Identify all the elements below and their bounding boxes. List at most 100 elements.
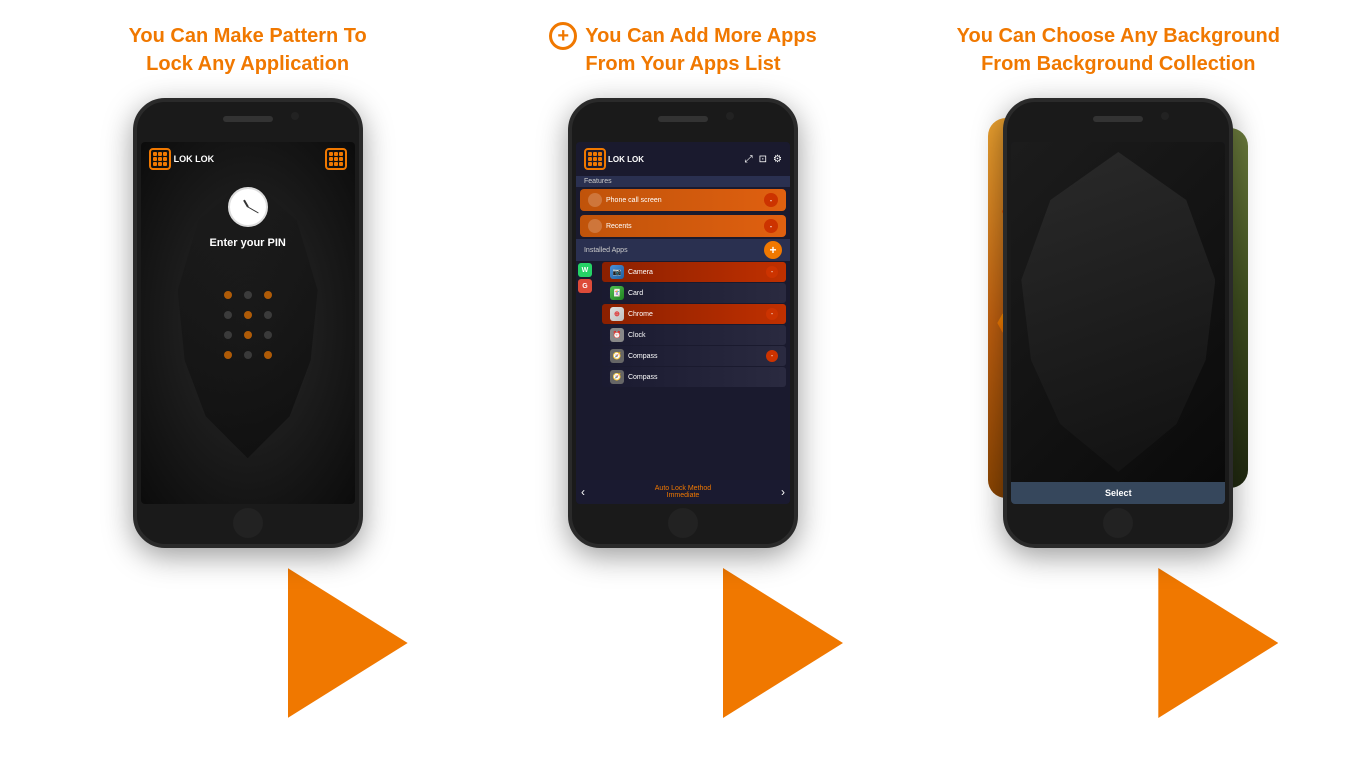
phone-3-stack: Select (988, 98, 1248, 538)
s2-header: LOK LOK ⤢ ⊡ ⚙ (576, 142, 790, 176)
gplus-sidebar: G (578, 279, 592, 293)
pin-dot-5 (244, 311, 252, 319)
installed-apps-header: Installed Apps + (576, 239, 790, 261)
triangle-deco-3 (1158, 568, 1278, 718)
screen-pin-lock: LOK LOK (141, 142, 355, 504)
screen-bg-chooser: Select (1011, 142, 1225, 504)
panel-1-title: You Can Make Pattern To Lock Any Applica… (129, 20, 367, 80)
pin-dot-7 (224, 331, 232, 339)
lock-method-display: Auto Lock Method Immediate (655, 485, 711, 499)
app-item-compass1: 🧭 Compass - (602, 346, 786, 366)
phone-1: LOK LOK (133, 98, 363, 548)
lock-icon-1 (149, 148, 171, 170)
phone-call-icon (588, 193, 602, 207)
lock-method-label: Auto Lock Method (655, 485, 711, 492)
phone-home-button-2 (668, 508, 698, 538)
loklok-logo-2: LOK LOK (584, 148, 644, 170)
feature-remove-icon-2[interactable]: - (764, 219, 778, 233)
panel-2-title: + You Can Add More Apps From Your Apps L… (549, 20, 816, 80)
pin-dot-4 (224, 311, 232, 319)
pin-dot-9 (264, 331, 272, 339)
clock-minute-hand (247, 207, 258, 214)
phone-screen-2: LOK LOK ⤢ ⊡ ⚙ Features (576, 142, 790, 504)
phone-home-button-3 (1103, 508, 1133, 538)
loklok-label-2: LOK LOK (608, 155, 644, 164)
compass-label-1: Compass (628, 353, 658, 360)
clock-label: Clock (628, 332, 646, 339)
panel-2: + You Can Add More Apps From Your Apps L… (473, 20, 893, 748)
chrome-lock-icon[interactable]: - (766, 308, 778, 320)
panel-3-title: You Can Choose Any Background From Backg… (957, 20, 1280, 80)
phone-2-wrapper: LOK LOK ⤢ ⊡ ⚙ Features (553, 98, 813, 748)
plus-circle-icon: + (549, 22, 577, 50)
compass-label-2: Compass (628, 374, 658, 381)
app-item-compass2: 🧭 Compass (602, 367, 786, 387)
installed-label: Installed Apps (584, 247, 628, 254)
compass-icon-1: 🧭 (610, 349, 624, 363)
features-label: Features (576, 176, 790, 187)
panel-3: You Can Choose Any Background From Backg… (908, 20, 1328, 748)
card-label: Card (628, 290, 643, 297)
sidebar-apps: W G (576, 261, 596, 295)
phone-3-wrapper: Select (988, 98, 1248, 748)
screen-apps-list: LOK LOK ⤢ ⊡ ⚙ Features (576, 142, 790, 504)
phone-camera-3 (1161, 112, 1169, 120)
feature-remove-icon-1[interactable]: - (764, 193, 778, 207)
settings-icon[interactable]: ⚙ (773, 154, 782, 165)
clock-widget (228, 187, 268, 227)
phone-home-button-1 (233, 508, 263, 538)
lock-icon-2 (584, 148, 606, 170)
phone-camera-2 (726, 112, 734, 120)
pin-dot-1 (224, 291, 232, 299)
select-button-bar[interactable]: Select (1011, 482, 1225, 504)
loklok-label-1: LOK LOK (174, 154, 215, 164)
pin-dot-6 (264, 311, 272, 319)
recents-icon (588, 219, 602, 233)
feature-recents: Recents - (580, 215, 786, 237)
phone-speaker-3 (1093, 116, 1143, 122)
pin-dot-12 (264, 351, 272, 359)
phone-3: Select (1003, 98, 1233, 548)
chrome-icon: ⊕ (610, 307, 624, 321)
bg-gallery (1011, 142, 1225, 482)
phone-screen-3: Select (1011, 142, 1225, 504)
phone-speaker-1 (223, 116, 273, 122)
app-item-card: 🃏 Card (602, 283, 786, 303)
camera-label: Camera (628, 269, 653, 276)
phone-screen-1: LOK LOK (141, 142, 355, 504)
compass-lock-icon[interactable]: - (766, 350, 778, 362)
pin-prompt: Enter your PIN (209, 237, 285, 249)
s1-topbar: LOK LOK (149, 148, 347, 170)
cart-icon[interactable]: ⊡ (759, 154, 767, 165)
pin-dots-grid (224, 291, 272, 359)
clock-face (231, 190, 265, 224)
triangle-deco-1 (288, 568, 408, 718)
pin-dot-2 (244, 291, 252, 299)
app-item-chrome: ⊕ Chrome - (602, 304, 786, 324)
card-icon: 🃏 (610, 286, 624, 300)
bottom-lock-bar: ‹ Auto Lock Method Immediate › (576, 480, 790, 504)
arrow-right-icon[interactable]: › (781, 485, 785, 499)
phone-2: LOK LOK ⤢ ⊡ ⚙ Features (568, 98, 798, 548)
panel-1: You Can Make Pattern To Lock Any Applica… (38, 20, 458, 748)
app-item-clock: ⏰ Clock (602, 325, 786, 345)
compass-icon-2: 🧭 (610, 370, 624, 384)
camera-lock-icon[interactable]: - (766, 266, 778, 278)
feature-phone-call: Phone call screen - (580, 189, 786, 211)
camera-icon: 📷 (610, 265, 624, 279)
title-icon-wrapper: + You Can Add More Apps (549, 22, 816, 50)
pin-dot-11 (244, 351, 252, 359)
feature-recents-label: Recents (606, 223, 632, 230)
phone-camera-1 (291, 112, 299, 120)
triangle-deco-2 (723, 568, 843, 718)
pin-dot-8 (244, 331, 252, 339)
leaf-main-shape (1021, 152, 1215, 472)
add-app-button[interactable]: + (764, 241, 782, 259)
app-item-camera: 📷 Camera - (602, 262, 786, 282)
main-container: You Can Make Pattern To Lock Any Applica… (0, 0, 1366, 768)
phone-1-wrapper: LOK LOK (118, 98, 378, 748)
chrome-label: Chrome (628, 311, 653, 318)
share-icon[interactable]: ⤢ (745, 154, 753, 165)
arrow-left-icon[interactable]: ‹ (581, 485, 585, 499)
feature-phone-label: Phone call screen (606, 197, 662, 204)
